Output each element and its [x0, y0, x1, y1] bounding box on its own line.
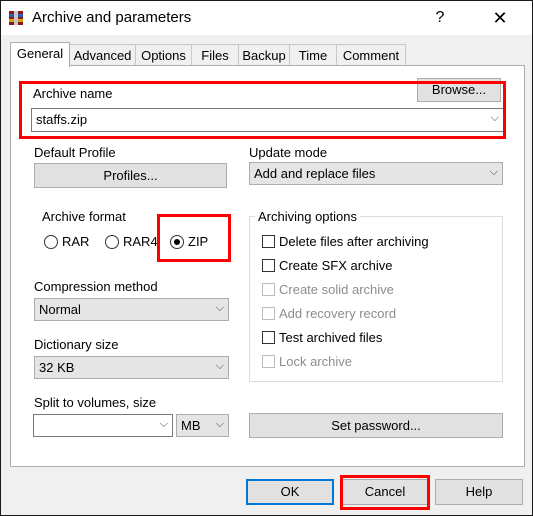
- chevron-down-icon[interactable]: ⌵: [216, 418, 224, 431]
- radio-rar-label: RAR: [62, 234, 90, 249]
- tab-comment[interactable]: Comment: [336, 44, 406, 66]
- radio-rar[interactable]: [44, 235, 58, 249]
- tab-general[interactable]: General: [10, 42, 70, 67]
- recovery-record-label: Add recovery record: [279, 306, 397, 321]
- dictionary-label: Dictionary size: [34, 337, 119, 352]
- radio-rar4-label: RAR4: [123, 234, 158, 249]
- chevron-down-icon[interactable]: ⌵: [216, 360, 224, 373]
- radio-rar4[interactable]: [105, 235, 119, 249]
- tab-files[interactable]: Files: [191, 44, 239, 66]
- create-sfx-label: Create SFX archive: [279, 258, 393, 273]
- checkbox-delete-files[interactable]: [262, 235, 275, 248]
- split-size-field[interactable]: ⌵: [33, 414, 173, 437]
- profiles-button[interactable]: Profiles...: [34, 163, 227, 188]
- general-panel: Archive name Browse... staffs.zip ⌵ Defa…: [10, 65, 525, 467]
- chevron-down-icon[interactable]: ⌵: [216, 302, 224, 315]
- dictionary-select[interactable]: 32 KB ⌵: [34, 356, 229, 379]
- delete-files-label: Delete files after archiving: [279, 234, 429, 249]
- tab-backup[interactable]: Backup: [238, 44, 290, 66]
- compression-value: Normal: [39, 302, 81, 317]
- create-solid-label: Create solid archive: [279, 282, 394, 297]
- help-icon[interactable]: ?: [428, 6, 452, 30]
- checkbox-test-files[interactable]: [262, 331, 275, 344]
- set-password-button[interactable]: Set password...: [249, 413, 503, 438]
- chevron-down-icon[interactable]: ⌵: [160, 418, 168, 431]
- winrar-icon: [9, 11, 23, 25]
- dictionary-value: 32 KB: [39, 360, 75, 375]
- tab-options[interactable]: Options: [135, 44, 192, 66]
- archive-format-label: Archive format: [39, 209, 129, 224]
- checkbox-create-solid: [262, 283, 275, 296]
- split-label: Split to volumes, size: [34, 395, 157, 410]
- help-button[interactable]: Help: [435, 479, 523, 505]
- lock-archive-label: Lock archive: [279, 354, 352, 369]
- chevron-down-icon[interactable]: ⌵: [490, 166, 498, 179]
- checkbox-recovery-record: [262, 307, 275, 320]
- update-mode-value: Add and replace files: [254, 166, 376, 181]
- highlight-zip: [157, 214, 231, 262]
- compression-select[interactable]: Normal ⌵: [34, 298, 229, 321]
- update-mode-select[interactable]: Add and replace files ⌵: [249, 162, 503, 185]
- window-title: Archive and parameters: [32, 9, 192, 26]
- dialog-window: Archive and parameters ? ✕ General Advan…: [0, 0, 533, 516]
- highlight-cancel: [340, 475, 430, 510]
- tab-advanced[interactable]: Advanced: [69, 44, 136, 66]
- compression-label: Compression method: [34, 279, 158, 294]
- update-mode-label: Update mode: [249, 145, 328, 160]
- archiving-options-label: Archiving options: [255, 209, 360, 224]
- default-profile-label: Default Profile: [34, 145, 116, 160]
- highlight-archive-name: [19, 81, 506, 139]
- test-files-label: Test archived files: [279, 330, 383, 345]
- ok-button[interactable]: OK: [246, 479, 334, 505]
- close-icon[interactable]: ✕: [488, 6, 512, 30]
- title-bar: Archive and parameters ? ✕: [1, 1, 532, 35]
- checkbox-create-sfx[interactable]: [262, 259, 275, 272]
- split-unit-value: MB: [181, 418, 201, 433]
- tab-time[interactable]: Time: [289, 44, 337, 66]
- checkbox-lock-archive: [262, 355, 275, 368]
- split-unit-select[interactable]: MB ⌵: [176, 414, 229, 437]
